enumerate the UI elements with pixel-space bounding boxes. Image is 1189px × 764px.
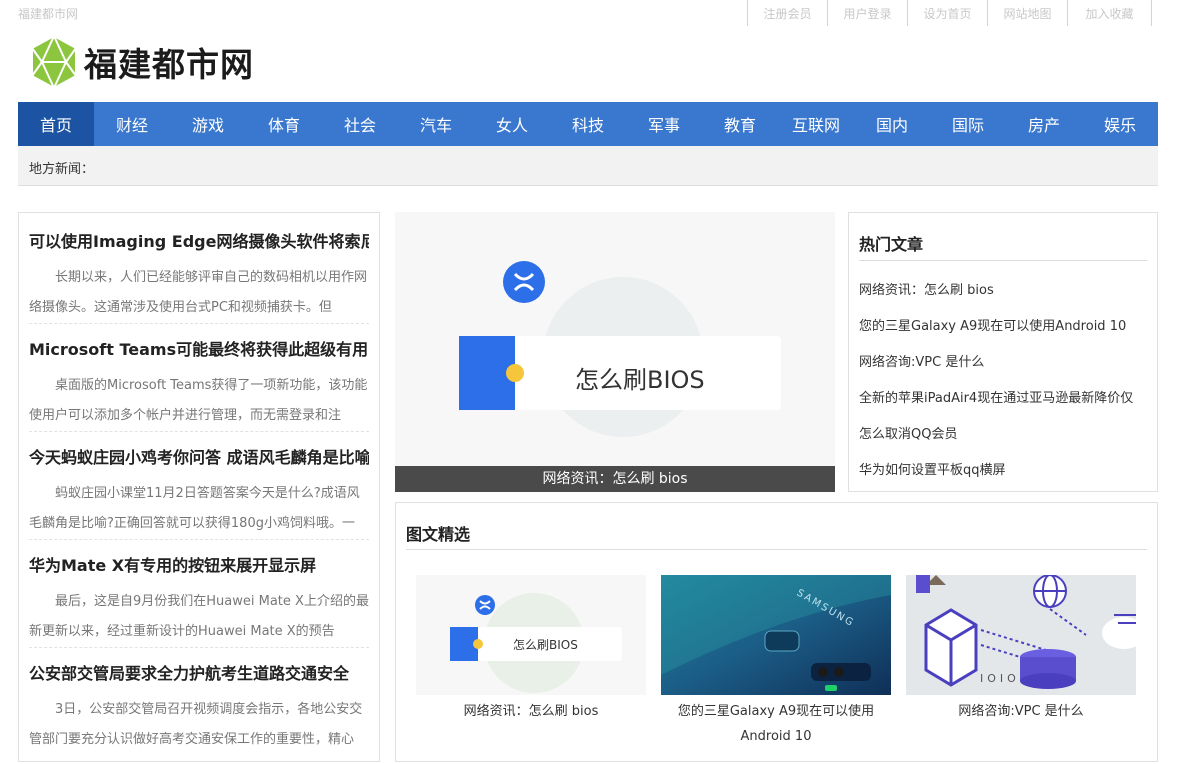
nav-item-internet[interactable]: 互联网: [778, 102, 854, 146]
list-item: Microsoft Teams可能最终将获得此超级有用的 桌面版的Microso…: [29, 339, 369, 431]
nav-item-domestic[interactable]: 国内: [854, 102, 930, 146]
article-title[interactable]: 可以使用Imaging Edge网络摄像头软件将索尼: [29, 231, 369, 253]
sitemap-link[interactable]: 网站地图: [987, 0, 1067, 26]
picture-picks: 图文精选 怎么刷BIOS 网络资讯：怎么刷 bios SAMSUNG 您的三星G…: [395, 502, 1158, 762]
nav-item-games[interactable]: 游戏: [170, 102, 246, 146]
article-title[interactable]: 华为Mate X有专用的按钮来展开显示屏: [29, 555, 369, 577]
hot-article-link[interactable]: 全新的苹果iPadAir4现在通过亚马逊最新降价仅: [859, 387, 1147, 406]
bios-illustration: [450, 593, 622, 693]
nav-item-auto[interactable]: 汽车: [398, 102, 474, 146]
divider: [859, 260, 1147, 261]
picks-title: 图文精选: [406, 525, 471, 544]
bios-illustration: [459, 261, 781, 437]
divider: [29, 323, 369, 324]
bookmark-link[interactable]: 加入收藏: [1067, 0, 1152, 26]
hot-article-link[interactable]: 您的三星Galaxy A9现在可以使用Android 10: [859, 315, 1147, 334]
nav-item-education[interactable]: 教育: [702, 102, 778, 146]
article-title[interactable]: 今天蚂蚁庄园小鸡考你问答 成语风毛麟角是比喻: [29, 447, 369, 469]
pick-image-text: 怎么刷BIOS: [513, 638, 578, 652]
nav-item-military[interactable]: 军事: [626, 102, 702, 146]
pick-image-text: IOIO: [980, 672, 1020, 685]
article-summary: 3日，公安部交管局召开视频调度会指示，各地公安交管部门要充分认识做好高考交通安保…: [29, 702, 363, 747]
nav-item-society[interactable]: 社会: [322, 102, 398, 146]
local-news-label: 地方新闻：: [29, 162, 95, 177]
nav-item-sports[interactable]: 体育: [246, 102, 322, 146]
nav-item-women[interactable]: 女人: [474, 102, 550, 146]
article-summary: 桌面版的Microsoft Teams获得了一项新功能，该功能使用户可以添加多个…: [29, 378, 368, 423]
article-list: 可以使用Imaging Edge网络摄像头软件将索尼 长期以来，人们已经能够评审…: [18, 212, 380, 762]
nav-item-tech[interactable]: 科技: [550, 102, 626, 146]
logo-icon: [31, 34, 77, 90]
pick-caption[interactable]: 您的三星Galaxy A9现在可以使用Android 10: [661, 699, 891, 749]
list-item: 可以使用Imaging Edge网络摄像头软件将索尼 长期以来，人们已经能够评审…: [29, 231, 369, 323]
hot-article-link[interactable]: 华为如何设置平板qq横屏: [859, 459, 1147, 478]
article-summary: 蚂蚁庄园小课堂11月2日答题答案今天是什么?成语风毛麟角是比喻?正确回答就可以获…: [29, 486, 360, 531]
nav-item-international[interactable]: 国际: [930, 102, 1006, 146]
hot-article-link[interactable]: 网络咨询:VPC 是什么: [859, 351, 1147, 370]
list-item: 公安部交管局要求全力护航考生道路交通安全 3日，公安部交管局召开视频调度会指示，…: [29, 663, 369, 755]
login-link[interactable]: 用户登录: [827, 0, 907, 26]
feature-caption[interactable]: 网络资讯：怎么刷 bios: [395, 466, 835, 492]
divider: [406, 549, 1147, 550]
nav-item-home[interactable]: 首页: [18, 102, 94, 146]
hot-articles: 热门文章 网络资讯：怎么刷 bios 您的三星Galaxy A9现在可以使用An…: [848, 212, 1158, 492]
site-logo[interactable]: 福建都市网: [28, 34, 254, 90]
phone-illustration: [661, 575, 891, 695]
nav-item-finance[interactable]: 财经: [94, 102, 170, 146]
pick-caption[interactable]: 网络资讯：怎么刷 bios: [416, 699, 646, 724]
top-links: 注册会员 用户登录 设为首页 网站地图 加入收藏: [747, 0, 1152, 26]
set-homepage-link[interactable]: 设为首页: [907, 0, 987, 26]
pick-item[interactable]: 怎么刷BIOS 网络资讯：怎么刷 bios: [416, 575, 646, 724]
nav-item-entertainment[interactable]: 娱乐: [1082, 102, 1158, 146]
pick-item[interactable]: IOIO 网络咨询:VPC 是什么: [906, 575, 1136, 724]
article-summary: 最后，这是自9月份我们在Huawei Mate X上介绍的最新更新以来，经过重新…: [29, 594, 369, 639]
hot-articles-title: 热门文章: [859, 235, 924, 254]
pick-caption[interactable]: 网络咨询:VPC 是什么: [906, 699, 1136, 724]
site-small-name: 福建都市网: [18, 7, 79, 21]
hot-article-link[interactable]: 怎么取消QQ会员: [859, 423, 1147, 442]
article-summary: 长期以来，人们已经能够评审自己的数码相机以用作网络摄像头。这通常涉及使用台式PC…: [29, 270, 368, 315]
main-nav: 首页 财经 游戏 体育 社会 汽车 女人 科技 军事 教育 互联网 国内 国际 …: [18, 102, 1158, 146]
divider: [29, 539, 369, 540]
local-news-bar: 地方新闻：: [18, 146, 1158, 186]
pick-image: SAMSUNG: [661, 575, 891, 695]
list-item: 今天蚂蚁庄园小鸡考你问答 成语风毛麟角是比喻 蚂蚁庄园小课堂11月2日答题答案今…: [29, 447, 369, 539]
list-item: 华为Mate X有专用的按钮来展开显示屏 最后，这是自9月份我们在Huawei …: [29, 555, 369, 647]
divider: [29, 431, 369, 432]
article-title[interactable]: 公安部交管局要求全力护航考生道路交通安全: [29, 663, 369, 685]
pick-image: 怎么刷BIOS: [416, 575, 646, 695]
vpc-illustration: [906, 575, 1136, 695]
pick-item[interactable]: SAMSUNG 您的三星Galaxy A9现在可以使用Android 10: [661, 575, 891, 749]
featured-image[interactable]: 怎么刷BIOS 网络资讯：怎么刷 bios: [395, 212, 835, 492]
register-link[interactable]: 注册会员: [747, 0, 827, 26]
feature-image-text: 怎么刷BIOS: [575, 366, 705, 394]
article-title[interactable]: Microsoft Teams可能最终将获得此超级有用的: [29, 339, 369, 361]
hot-article-link[interactable]: 网络资讯：怎么刷 bios: [859, 279, 1147, 298]
divider: [29, 647, 369, 648]
logo-text: 福建都市网: [84, 45, 254, 84]
nav-item-realestate[interactable]: 房产: [1006, 102, 1082, 146]
pick-image: IOIO: [906, 575, 1136, 695]
